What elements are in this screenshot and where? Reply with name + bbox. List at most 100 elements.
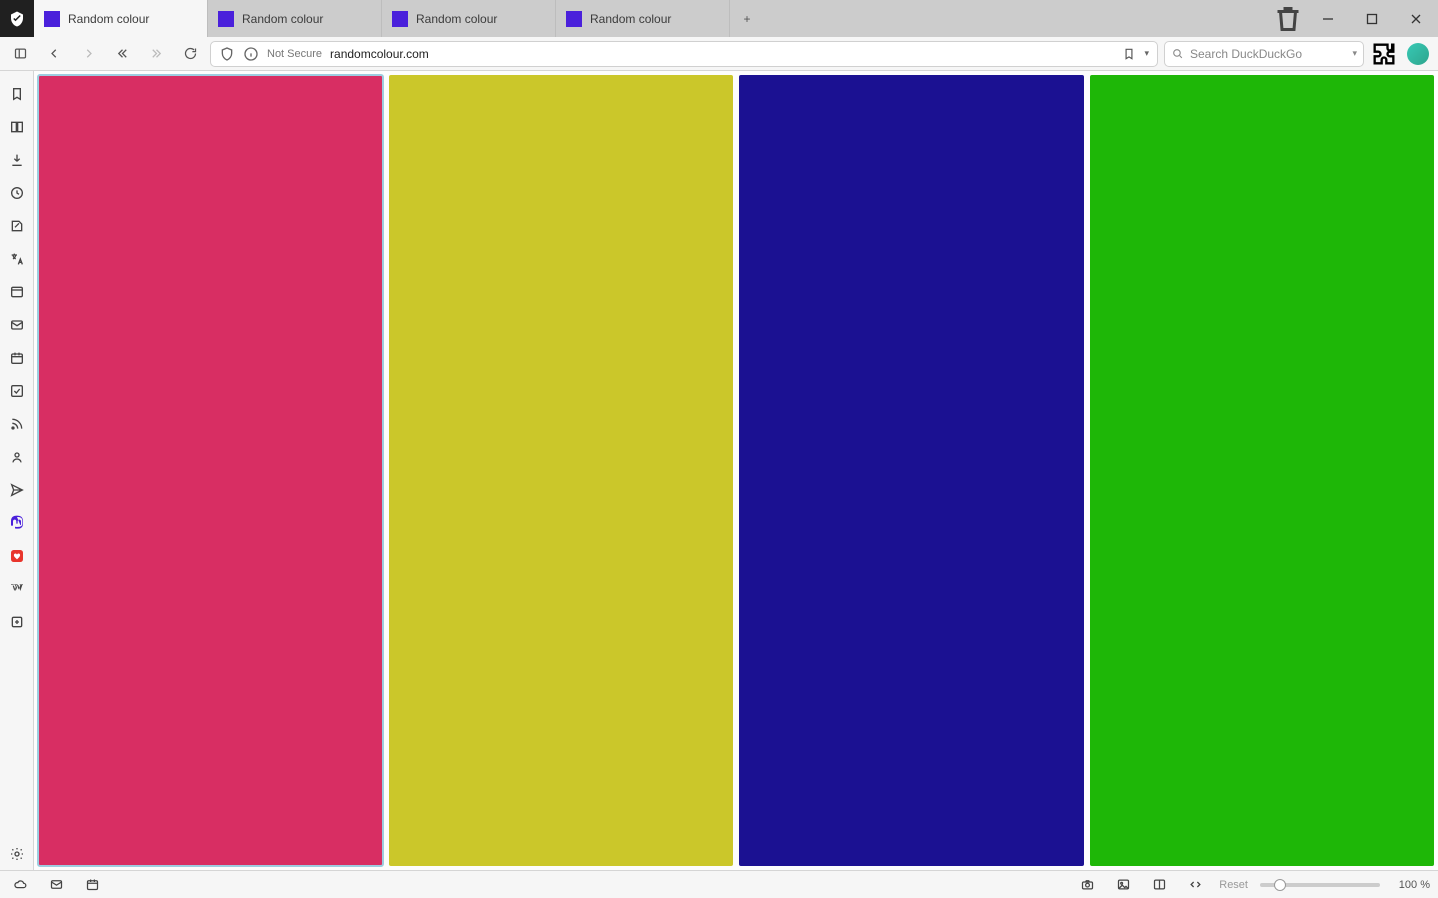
nav-rewind-button[interactable] bbox=[108, 40, 136, 68]
nav-fastforward-button[interactable] bbox=[142, 40, 170, 68]
window-panel-button[interactable] bbox=[0, 275, 34, 308]
zoom-reset-button[interactable]: Reset bbox=[1219, 879, 1248, 891]
site-info-icon[interactable] bbox=[243, 46, 259, 62]
settings-button[interactable] bbox=[0, 837, 34, 870]
tab-0[interactable]: Random colour bbox=[34, 0, 208, 37]
url-text: randomcolour.com bbox=[330, 47, 1114, 61]
tab-3[interactable]: Random colour bbox=[556, 0, 730, 37]
minimize-button[interactable] bbox=[1306, 0, 1350, 37]
calendar-icon bbox=[85, 877, 100, 892]
tile-2[interactable] bbox=[739, 75, 1084, 866]
tile-0[interactable] bbox=[38, 75, 383, 866]
send-icon bbox=[9, 482, 25, 498]
bookmarks-panel-button[interactable] bbox=[0, 77, 34, 110]
translate-icon bbox=[9, 251, 25, 267]
tab-1[interactable]: Random colour bbox=[208, 0, 382, 37]
tabbar-spacer bbox=[764, 0, 1270, 37]
maximize-button[interactable] bbox=[1350, 0, 1394, 37]
tab-favicon bbox=[44, 11, 60, 27]
cloud-icon bbox=[13, 877, 28, 892]
download-icon bbox=[9, 152, 25, 168]
book-icon bbox=[9, 119, 25, 135]
mastodon-icon bbox=[9, 515, 25, 531]
minimize-icon bbox=[1321, 12, 1335, 26]
address-bar: Not Secure randomcolour.com ▾ Search Duc… bbox=[0, 37, 1438, 71]
tab-2[interactable]: Random colour bbox=[382, 0, 556, 37]
translate-panel-button[interactable] bbox=[0, 242, 34, 275]
tab-title: Random colour bbox=[68, 12, 197, 26]
feeds-panel-button[interactable] bbox=[0, 407, 34, 440]
url-field[interactable]: Not Secure randomcolour.com ▾ bbox=[210, 41, 1158, 67]
downloads-panel-button[interactable] bbox=[0, 143, 34, 176]
images-toggle-button[interactable] bbox=[1111, 873, 1135, 897]
mastodon-panel-button[interactable] bbox=[0, 506, 34, 539]
wikipedia-panel-button[interactable] bbox=[0, 572, 34, 605]
tiled-content-area bbox=[34, 71, 1438, 870]
tasks-panel-button[interactable] bbox=[0, 374, 34, 407]
mail-status-button[interactable] bbox=[44, 873, 68, 897]
calendar-icon bbox=[9, 350, 25, 366]
plus-box-icon bbox=[9, 614, 25, 630]
nav-back-button[interactable] bbox=[40, 40, 68, 68]
check-icon bbox=[9, 383, 25, 399]
bookmark-icon[interactable] bbox=[1122, 47, 1136, 61]
notes-panel-button[interactable] bbox=[0, 209, 34, 242]
capture-button[interactable] bbox=[1075, 873, 1099, 897]
tile-3[interactable] bbox=[1090, 75, 1435, 866]
calendar-status-button[interactable] bbox=[80, 873, 104, 897]
close-button[interactable] bbox=[1394, 0, 1438, 37]
trash-icon bbox=[1270, 1, 1306, 37]
puzzle-icon bbox=[1370, 40, 1398, 68]
image-icon bbox=[1116, 877, 1131, 892]
tile-1[interactable] bbox=[389, 75, 734, 866]
calendar-panel-button[interactable] bbox=[0, 341, 34, 374]
reload-button[interactable] bbox=[176, 40, 204, 68]
extensions-button[interactable] bbox=[1370, 40, 1398, 68]
search-field[interactable]: Search DuckDuckGo ▾ bbox=[1164, 41, 1364, 67]
add-webpanel-button[interactable] bbox=[0, 605, 34, 638]
close-icon bbox=[1409, 12, 1423, 26]
double-chevron-right-icon bbox=[149, 46, 164, 61]
profile-button[interactable] bbox=[1404, 40, 1432, 68]
panel-toggle-icon bbox=[13, 46, 28, 61]
search-engine-caret-icon[interactable]: ▾ bbox=[1352, 48, 1357, 59]
person-icon bbox=[9, 449, 25, 465]
bookmark-dropdown-icon[interactable]: ▾ bbox=[1144, 48, 1149, 59]
page-tiling-button[interactable] bbox=[1147, 873, 1171, 897]
tab-bar: Random colour Random colour Random colou… bbox=[0, 0, 1438, 37]
closed-tabs-trash-button[interactable] bbox=[1270, 0, 1306, 37]
mail-icon bbox=[49, 877, 64, 892]
window-icon bbox=[9, 284, 25, 300]
search-icon bbox=[1171, 47, 1184, 60]
new-tab-button[interactable]: + bbox=[730, 0, 764, 37]
vivaldi-panel-button[interactable] bbox=[0, 539, 34, 572]
history-panel-button[interactable] bbox=[0, 176, 34, 209]
status-bar: Reset 100 % bbox=[0, 870, 1438, 898]
vivaldi-menu-button[interactable] bbox=[0, 0, 34, 37]
panel-toggle-button[interactable] bbox=[6, 40, 34, 68]
chevron-left-icon bbox=[47, 46, 62, 61]
reload-icon bbox=[183, 46, 198, 61]
zoom-value: 100 % bbox=[1392, 879, 1430, 891]
nav-forward-button[interactable] bbox=[74, 40, 102, 68]
window-controls bbox=[1306, 0, 1438, 37]
plus-icon: + bbox=[743, 12, 750, 26]
wikipedia-icon bbox=[9, 581, 25, 597]
sync-status-button[interactable] bbox=[8, 873, 32, 897]
tab-favicon bbox=[566, 11, 582, 27]
not-secure-label: Not Secure bbox=[267, 48, 322, 60]
tab-favicon bbox=[392, 11, 408, 27]
tab-title: Random colour bbox=[242, 12, 371, 26]
tab-title: Random colour bbox=[590, 12, 719, 26]
tab-favicon bbox=[218, 11, 234, 27]
tracker-shield-icon[interactable] bbox=[219, 46, 235, 62]
zoom-slider-thumb[interactable] bbox=[1274, 879, 1286, 891]
reading-list-panel-button[interactable] bbox=[0, 110, 34, 143]
note-edit-icon bbox=[9, 218, 25, 234]
page-actions-button[interactable] bbox=[1183, 873, 1207, 897]
tiling-icon bbox=[1152, 877, 1167, 892]
send-panel-button[interactable] bbox=[0, 473, 34, 506]
mail-panel-button[interactable] bbox=[0, 308, 34, 341]
contacts-panel-button[interactable] bbox=[0, 440, 34, 473]
zoom-slider[interactable] bbox=[1260, 883, 1380, 887]
